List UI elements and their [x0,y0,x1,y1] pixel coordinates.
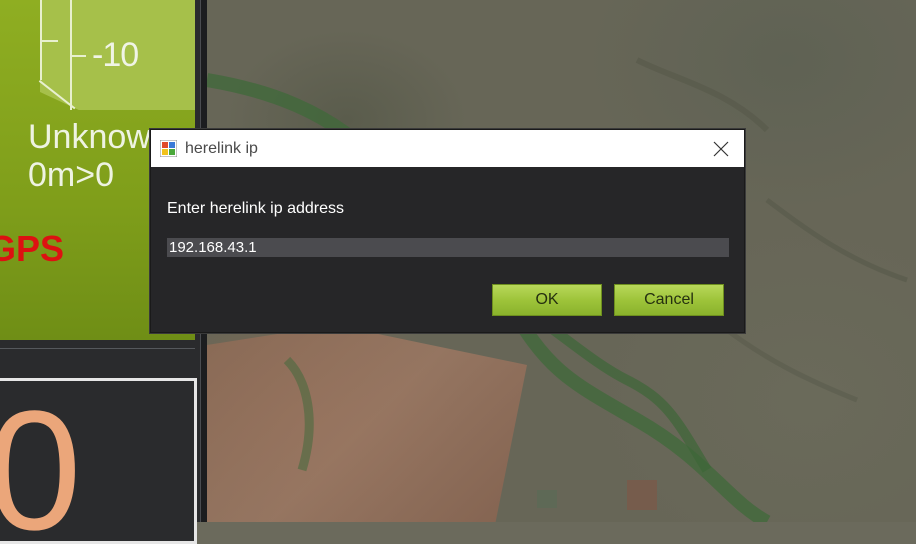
close-icon [713,141,729,156]
dialog-titlebar[interactable]: herelink ip [151,130,744,167]
dialog-title: herelink ip [185,140,258,157]
ip-address-input[interactable] [167,238,729,257]
hud-divider [0,340,195,349]
altitude-tick [70,55,86,57]
app-icon [160,140,177,157]
ok-button[interactable]: OK [492,284,602,316]
herelink-ip-dialog: herelink ip Enter herelink ip address OK… [150,129,745,333]
quick-gauge[interactable]: 0 [0,378,197,544]
flight-mode-text: Unknown 0m>0 [28,118,170,194]
distance-label: 0m>0 [28,156,114,194]
flight-mode-label: Unknown [28,118,170,156]
altitude-tick [40,40,58,42]
close-button[interactable] [698,130,744,167]
cancel-button[interactable]: Cancel [614,284,724,316]
dialog-prompt: Enter herelink ip address [167,200,344,217]
gps-status: GPS [0,228,65,269]
altitude-scale-value: -10 [92,36,139,74]
gauge-value: 0 [0,381,82,541]
